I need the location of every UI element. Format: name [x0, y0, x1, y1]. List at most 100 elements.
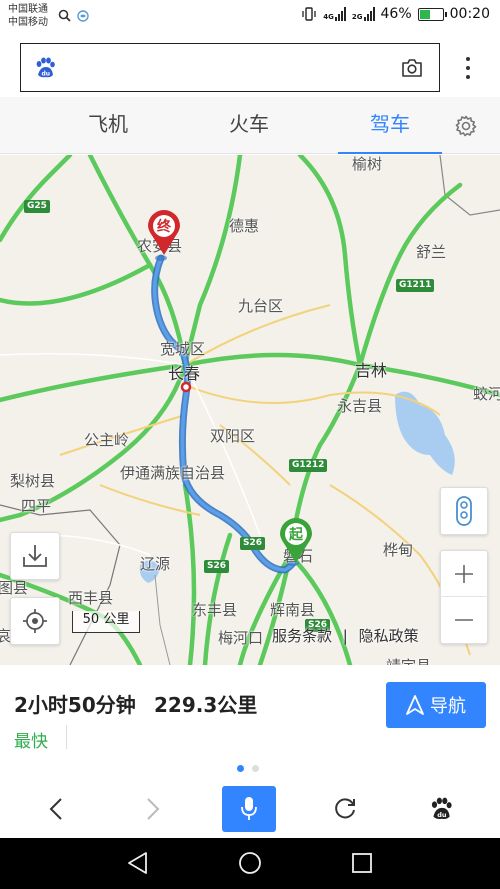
- home-circle-icon[interactable]: [238, 851, 262, 875]
- place-label: 东丰县: [192, 601, 238, 619]
- forward-button[interactable]: [126, 786, 180, 832]
- place-label: 梨树县: [10, 472, 56, 490]
- microphone-icon: [241, 797, 257, 820]
- gear-icon[interactable]: [455, 115, 477, 137]
- place-label: 蛟河: [473, 385, 500, 403]
- voice-search-button[interactable]: [222, 786, 276, 832]
- place-label: 公主岭: [84, 431, 130, 449]
- road-shield: S26: [240, 537, 266, 550]
- tab-flight[interactable]: 飞机: [48, 97, 168, 154]
- place-label: 西丰县: [68, 589, 114, 607]
- locate-icon: [23, 609, 47, 633]
- search-bar[interactable]: du: [20, 43, 440, 92]
- back-triangle-icon[interactable]: [126, 851, 150, 875]
- place-label: 榆树: [352, 155, 383, 173]
- route-summary-panel[interactable]: 2小时50分钟 229.3公里 最快 导航: [0, 665, 500, 780]
- traffic-layer-button[interactable]: [440, 487, 488, 535]
- traffic-light-icon: [456, 496, 472, 526]
- place-label: 桦甸: [383, 541, 414, 559]
- browser-app-icon: [77, 9, 89, 22]
- zoom-controls: [440, 550, 488, 644]
- baidu-paw-icon: du: [36, 57, 55, 78]
- route-tag-fastest: 最快: [14, 732, 48, 752]
- signal-2-icon: 2G: [352, 7, 375, 21]
- svg-text:du: du: [42, 71, 51, 78]
- plus-icon: [455, 564, 473, 583]
- road-shield: S26: [204, 560, 230, 573]
- place-label: 双阳区: [210, 427, 256, 445]
- end-marker[interactable]: 终: [147, 210, 181, 256]
- place-label: 长春: [168, 364, 201, 383]
- end-marker-label: 终: [157, 219, 171, 235]
- place-label: 辉南县: [270, 601, 316, 619]
- carrier-2: 中国移动: [8, 17, 48, 28]
- battery-icon: [417, 7, 447, 21]
- svg-text:du: du: [437, 811, 447, 819]
- start-navigation-button[interactable]: 导航: [386, 682, 486, 728]
- download-icon: [23, 545, 47, 567]
- back-button[interactable]: [29, 786, 83, 832]
- road-shield: G1211: [396, 279, 435, 292]
- signal-1-icon: 4G: [323, 7, 346, 21]
- zoom-in-button[interactable]: [440, 551, 488, 597]
- place-label: 宽城区: [160, 340, 206, 358]
- privacy-policy-link[interactable]: 隐私政策: [359, 627, 419, 645]
- transport-tabs: 飞机 火车 驾车: [0, 97, 500, 154]
- camera-icon[interactable]: [401, 58, 423, 78]
- recent-apps-icon[interactable]: [350, 851, 374, 875]
- system-navigation-bar: [0, 838, 500, 889]
- refresh-icon: [335, 798, 355, 819]
- page-indicator: [237, 765, 259, 772]
- map-scale: 50 公里: [72, 611, 140, 633]
- battery-percent: 46%: [380, 6, 412, 22]
- place-label: 吉林: [355, 361, 388, 380]
- status-bar: 中国联通 中国移动 4G 2G 46% 00:20: [0, 0, 500, 34]
- tab-train[interactable]: 火车: [189, 97, 309, 154]
- zoom-out-button[interactable]: [440, 597, 488, 643]
- chevron-right-icon: [147, 798, 160, 820]
- network-type-2: 2G: [351, 13, 363, 21]
- route-duration: 2小时50分钟: [14, 693, 136, 717]
- place-label: 靖宇县: [386, 655, 431, 665]
- page-dot: [237, 765, 244, 772]
- navigation-label: 导航: [430, 696, 466, 717]
- clock: 00:20: [449, 6, 490, 22]
- road-shield: G1212: [289, 459, 328, 472]
- start-marker-label: 起: [289, 527, 303, 543]
- search-icon: [58, 9, 71, 22]
- search-input[interactable]: [67, 54, 387, 82]
- chevron-left-icon: [49, 798, 62, 820]
- map-view[interactable]: 榆树 德惠 舒兰 农安县 九台区 宽城区 长春 吉林 蛟河 永吉县 公主岭 双阳…: [0, 155, 500, 665]
- minus-icon: [455, 619, 473, 621]
- place-label: 伊通满族自治县: [120, 464, 226, 482]
- legal-separator: |: [342, 627, 348, 645]
- page-dot: [252, 765, 259, 772]
- refresh-button[interactable]: [318, 786, 372, 832]
- carrier-info: 中国联通 中国移动: [8, 3, 48, 29]
- terms-of-service-link[interactable]: 服务条款: [272, 627, 332, 645]
- navigation-arrow-icon: [406, 695, 424, 715]
- browser-toolbar: du: [0, 780, 500, 838]
- baidu-paw-icon: du: [431, 797, 452, 819]
- place-label: 辽源: [140, 555, 171, 573]
- legal-links: 服务条款 | 隐私政策: [272, 625, 419, 646]
- more-menu-icon[interactable]: [460, 56, 476, 80]
- place-label: 九台区: [238, 297, 284, 315]
- baidu-home-button[interactable]: du: [414, 786, 468, 832]
- divider: [66, 725, 67, 749]
- route-distance: 229.3公里: [154, 693, 258, 717]
- place-label: 图县: [0, 579, 29, 597]
- start-marker[interactable]: 起: [279, 518, 313, 564]
- place-label: 四平: [21, 497, 52, 515]
- carrier-1: 中国联通: [8, 4, 48, 15]
- place-label: 德惠: [229, 217, 260, 235]
- road-shield: G25: [24, 200, 50, 213]
- place-label: 舒兰: [416, 243, 447, 261]
- vibrate-icon: [302, 7, 316, 21]
- offline-download-button[interactable]: [10, 532, 60, 580]
- place-label: 梅河口: [218, 629, 264, 647]
- network-type-1: 4G: [323, 13, 334, 21]
- place-label: 永吉县: [337, 397, 383, 415]
- tab-drive[interactable]: 驾车: [330, 97, 450, 154]
- locate-me-button[interactable]: [10, 597, 60, 645]
